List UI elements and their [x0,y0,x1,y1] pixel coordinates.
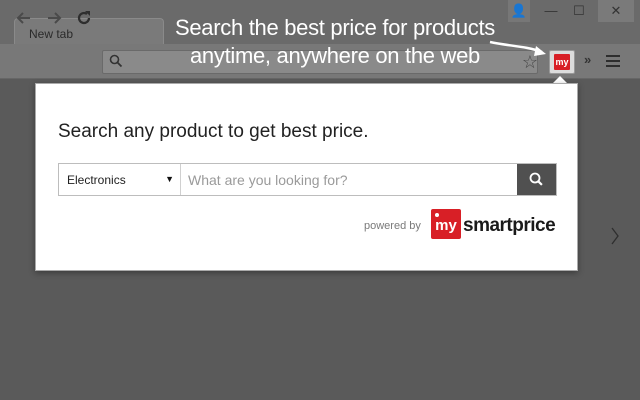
pointer-arrow-icon [489,40,546,56]
close-button[interactable]: ✕ [598,0,634,22]
product-search-input[interactable] [182,164,518,195]
chevron-right-icon[interactable] [610,226,620,252]
search-icon [109,54,123,68]
back-arrow-icon[interactable] [14,8,34,28]
category-value: Electronics [67,173,126,187]
brand-dot-icon [435,213,439,217]
caption-line-1: Search the best price for products [175,15,495,40]
menu-icon[interactable] [606,55,620,70]
forward-arrow-icon[interactable] [44,8,64,28]
brand-logo-box: my [431,209,461,239]
popup-title: Search any product to get best price. [58,121,369,142]
mysmartprice-logo-icon: my [554,54,570,70]
category-select[interactable]: Electronics ▼ [59,164,181,195]
caret-down-icon: ▼ [165,174,174,184]
search-button[interactable] [517,164,556,195]
extensions-overflow-icon[interactable]: » [584,52,591,67]
product-search-bar: Electronics ▼ [58,163,557,196]
brand-prefix: my [435,217,457,234]
tab-label: New tab [29,27,74,41]
mysmartprice-extension-button[interactable]: my [549,50,575,74]
reload-icon[interactable] [74,8,94,28]
extension-popup: Search any product to get best price. El… [35,83,578,271]
brand-name: smartprice [463,215,556,236]
promo-caption: Search the best price for products anyti… [150,14,520,70]
search-icon [529,172,543,186]
minimize-button[interactable]: — [540,0,562,22]
caption-line-2: anytime, anywhere on the web [190,43,480,68]
maximize-button[interactable]: ☐ [568,0,590,22]
powered-by-label: powered by [364,220,421,232]
